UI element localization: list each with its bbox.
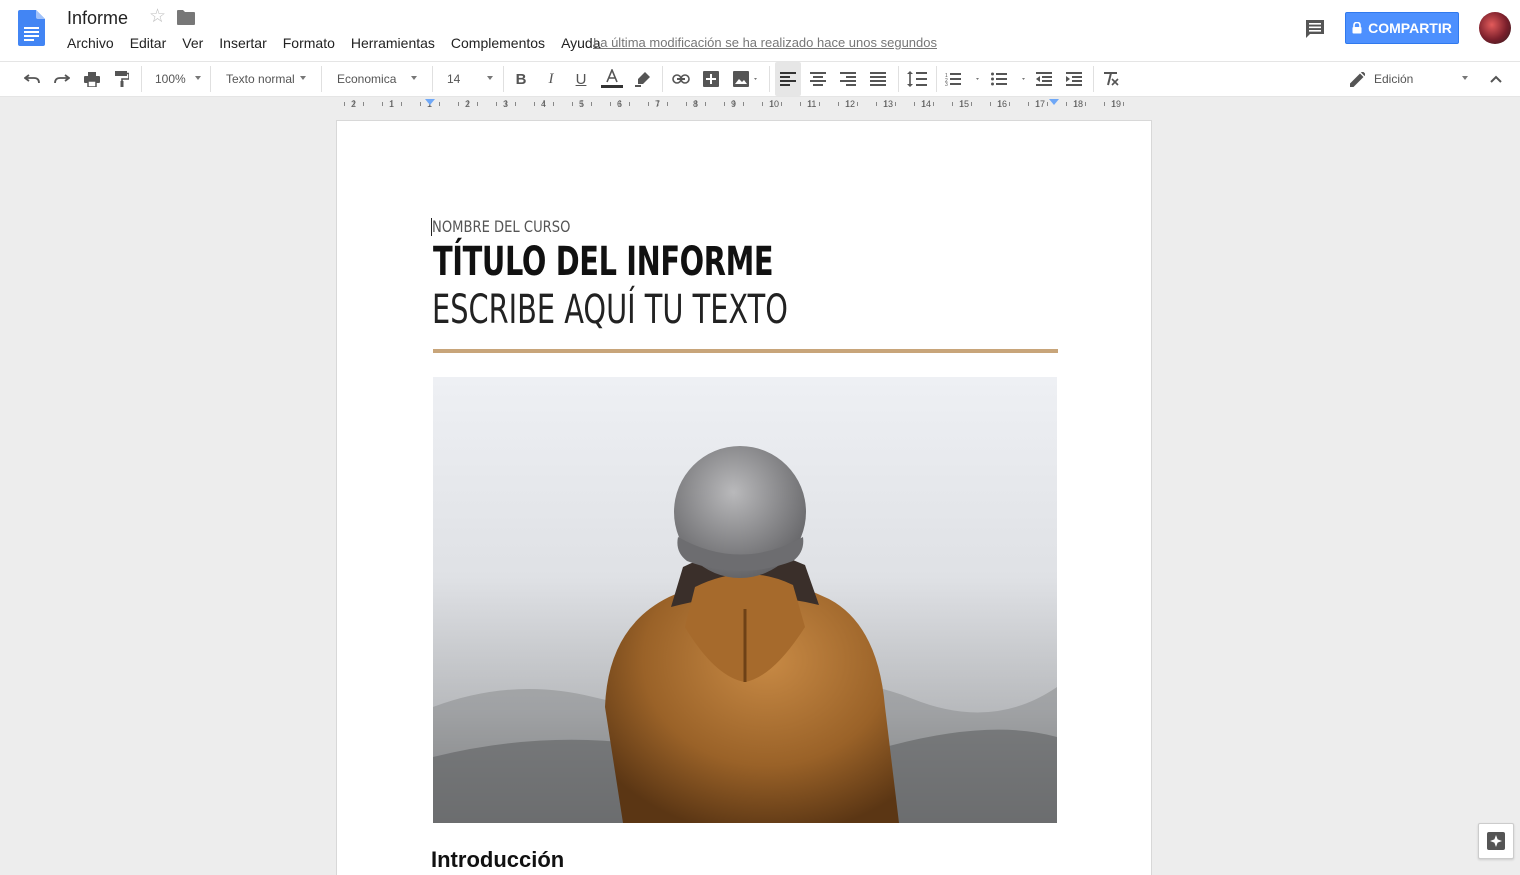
align-left-icon[interactable]	[775, 62, 801, 96]
mode-select[interactable]: Edición	[1350, 62, 1474, 96]
docs-logo-icon[interactable]	[18, 10, 45, 46]
undo-icon[interactable]	[20, 62, 44, 96]
course-name[interactable]: NOMBRE DEL CURSO	[432, 217, 570, 236]
font-value: Economica	[337, 72, 397, 86]
ruler-label: 15	[959, 99, 970, 109]
decrease-indent-icon[interactable]	[1031, 62, 1057, 96]
ruler-label: 11	[807, 99, 817, 109]
left-indent-marker[interactable]	[425, 99, 435, 105]
zoom-select[interactable]: 100%	[155, 62, 207, 96]
ruler-label: 18	[1073, 99, 1084, 109]
explore-button[interactable]	[1478, 823, 1514, 859]
star-icon[interactable]: ☆	[149, 7, 166, 27]
text-color-icon[interactable]	[599, 62, 625, 96]
italic-icon[interactable]: I	[539, 62, 563, 96]
ruler-label: 5	[579, 99, 585, 109]
ruler-label: 3	[503, 99, 509, 109]
app-header: Informe ☆ Archivo Editar Ver Insertar Fo…	[0, 0, 1520, 61]
font-size-value: 14	[447, 72, 461, 86]
insert-comment-icon[interactable]	[699, 62, 723, 96]
highlight-icon[interactable]	[631, 62, 655, 96]
ruler-label: 17	[1035, 99, 1046, 109]
section-heading[interactable]: Introducción	[431, 847, 564, 873]
zoom-value: 100%	[155, 72, 186, 86]
pencil-icon	[1350, 71, 1365, 87]
align-justify-icon[interactable]	[865, 62, 891, 96]
numbered-list-icon[interactable]: 123	[942, 62, 982, 96]
ruler-label: 9	[731, 99, 737, 109]
avatar[interactable]	[1479, 12, 1511, 44]
style-value: Texto normal	[226, 72, 295, 86]
document-title[interactable]: Informe	[67, 8, 128, 29]
mode-label: Edición	[1374, 72, 1414, 86]
redo-icon[interactable]	[50, 62, 74, 96]
align-right-icon[interactable]	[835, 62, 861, 96]
insert-image-icon[interactable]	[729, 62, 763, 96]
folder-icon[interactable]	[177, 10, 195, 25]
ruler-label: 7	[655, 99, 661, 109]
ruler-label: 2	[465, 99, 471, 109]
print-icon[interactable]	[80, 62, 104, 96]
cover-image[interactable]	[433, 377, 1057, 823]
increase-indent-icon[interactable]	[1061, 62, 1087, 96]
menu-insertar[interactable]: Insertar	[219, 35, 266, 51]
ruler-label: 12	[845, 99, 856, 109]
ruler-label: 14	[921, 99, 932, 109]
comments-icon[interactable]	[1304, 18, 1326, 40]
accent-divider	[433, 349, 1058, 353]
ruler-label: 13	[883, 99, 894, 109]
menu-complementos[interactable]: Complementos	[451, 35, 545, 51]
ruler-label: 16	[997, 99, 1008, 109]
ruler-label: 4	[541, 99, 547, 109]
style-select[interactable]: Texto normal	[226, 62, 312, 96]
ruler-label: 6	[617, 99, 623, 109]
toolbar: 100% Texto normal Economica 14 B I U 1 2…	[0, 61, 1520, 97]
ruler-label: 2	[351, 99, 357, 109]
underline-icon[interactable]: U	[569, 62, 593, 96]
ruler-ticks	[344, 100, 1124, 106]
menu-bar: Archivo Editar Ver Insertar Formato Herr…	[67, 35, 617, 51]
last-edit-link[interactable]: La última modificación se ha realizado h…	[593, 35, 937, 50]
share-button[interactable]: COMPARTIR	[1345, 12, 1459, 44]
report-subtitle[interactable]: ESCRIBE AQUÍ TU TEXTO	[432, 287, 788, 333]
ruler-label: 19	[1111, 99, 1122, 109]
line-spacing-icon[interactable]	[904, 62, 930, 96]
menu-ver[interactable]: Ver	[182, 35, 203, 51]
clear-formatting-icon[interactable]	[1099, 62, 1123, 96]
menu-editar[interactable]: Editar	[130, 35, 167, 51]
menu-herramientas[interactable]: Herramientas	[351, 35, 435, 51]
ruler-label: 1	[389, 99, 395, 109]
explore-icon	[1487, 832, 1505, 850]
lock-icon	[1352, 22, 1362, 34]
font-select[interactable]: Economica	[337, 62, 423, 96]
bold-icon[interactable]: B	[509, 62, 533, 96]
ruler[interactable]: 2 1 1 2 3 4 5 6 7 8 9 10 11 12 13 14 15 16 17 18 19	[336, 97, 1152, 110]
ruler-label: 8	[693, 99, 699, 109]
ruler-label: 10	[769, 99, 780, 109]
right-indent-marker[interactable]	[1049, 99, 1059, 105]
svg-text:3: 3	[945, 82, 948, 86]
font-size-select[interactable]: 14	[447, 62, 499, 96]
menu-formato[interactable]: Formato	[283, 35, 335, 51]
link-icon[interactable]	[669, 62, 693, 96]
paint-format-icon[interactable]	[110, 62, 134, 96]
menu-archivo[interactable]: Archivo	[67, 35, 114, 51]
bulleted-list-icon[interactable]	[988, 62, 1028, 96]
document-page[interactable]: NOMBRE DEL CURSO TÍTULO DEL INFORME ESCR…	[336, 120, 1152, 875]
align-center-icon[interactable]	[805, 62, 831, 96]
share-label: COMPARTIR	[1368, 20, 1452, 36]
chevron-up-icon[interactable]	[1484, 62, 1508, 96]
report-title[interactable]: TÍTULO DEL INFORME	[433, 239, 774, 285]
